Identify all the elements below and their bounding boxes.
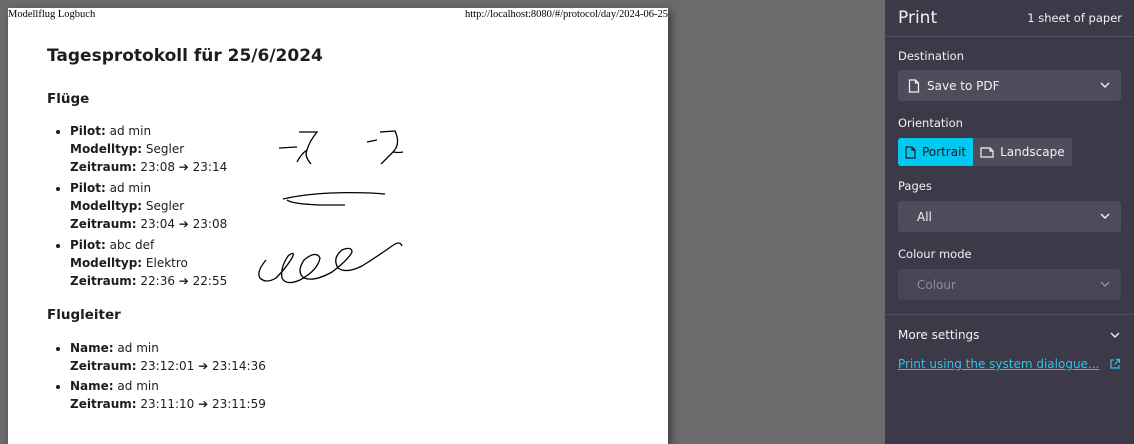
pages-value: All bbox=[917, 209, 932, 224]
destination-select[interactable]: Save to PDF bbox=[898, 70, 1121, 101]
time-range-label: Zeitraum: bbox=[70, 160, 137, 174]
landscape-button[interactable]: Landscape bbox=[973, 138, 1072, 166]
destination-value: Save to PDF bbox=[927, 78, 1000, 93]
name-label: Name: bbox=[70, 379, 114, 393]
protocol-document: Tagesprotokoll für 25/6/2024 Flüge Pilot… bbox=[47, 46, 647, 411]
system-dialog-link[interactable]: Print using the system dialogue... bbox=[898, 357, 1121, 371]
flights-heading: Flüge bbox=[47, 91, 90, 107]
more-settings-label: More settings bbox=[898, 328, 980, 342]
time-range-label: Zeitraum: bbox=[70, 397, 137, 411]
pilot-value: ad min bbox=[109, 181, 152, 195]
divider bbox=[885, 314, 1134, 315]
orientation-label: Orientation bbox=[898, 116, 963, 130]
model-type-label: Modelltyp: bbox=[70, 256, 143, 270]
pilot-value: ad min bbox=[109, 124, 152, 138]
colour-mode-label: Colour mode bbox=[898, 247, 972, 261]
colour-mode-value: Colour bbox=[917, 277, 956, 292]
signature-image bbox=[282, 191, 386, 206]
time-range-label: Zeitraum: bbox=[70, 217, 137, 231]
time-range-value: 22:36 ➔ 22:55 bbox=[140, 274, 228, 288]
portrait-label: Portrait bbox=[922, 145, 967, 159]
name-value: ad min bbox=[117, 379, 159, 393]
pilot-value: abc def bbox=[109, 238, 155, 252]
time-range-value: 23:08 ➔ 23:14 bbox=[140, 160, 228, 174]
more-settings-toggle[interactable]: More settings bbox=[898, 328, 1121, 342]
pilot-label: Pilot: bbox=[70, 124, 106, 138]
page-title: Tagesprotokoll für 25/6/2024 bbox=[47, 46, 323, 66]
name-value: ad min bbox=[117, 341, 159, 355]
destination-label: Destination bbox=[898, 49, 964, 63]
page-header-title: Modellflug Logbuch bbox=[8, 9, 96, 20]
flight-directors-heading: Flugleiter bbox=[47, 307, 121, 323]
system-dialog-label: Print using the system dialogue... bbox=[898, 357, 1100, 371]
divider bbox=[885, 36, 1134, 37]
flight-director-item: Name: ad min Zeitraum: 23:11:10 ➔ 23:11:… bbox=[70, 377, 370, 415]
sheet-count: 1 sheet of paper bbox=[1027, 11, 1122, 25]
print-settings-panel: Print 1 sheet of paper Destination Save … bbox=[885, 0, 1134, 444]
model-type-label: Modelltyp: bbox=[70, 199, 143, 213]
signature-image bbox=[278, 130, 404, 165]
print-title: Print bbox=[898, 8, 938, 28]
portrait-button[interactable]: Portrait bbox=[898, 138, 974, 166]
landscape-label: Landscape bbox=[1000, 145, 1065, 159]
time-range-label: Zeitraum: bbox=[70, 274, 137, 288]
external-link-icon bbox=[1110, 358, 1121, 369]
colour-mode-select[interactable]: Colour bbox=[898, 269, 1121, 300]
pages-label: Pages bbox=[898, 179, 932, 193]
time-range-value: 23:04 ➔ 23:08 bbox=[140, 217, 228, 231]
chevron-down-icon bbox=[1100, 213, 1110, 219]
model-type-value: Segler bbox=[145, 142, 185, 156]
page-header-url: http://localhost:8080/#/protocol/day/202… bbox=[465, 9, 668, 20]
chevron-down-icon bbox=[1110, 332, 1120, 338]
model-type-value: Elektro bbox=[145, 256, 188, 270]
chevron-down-icon bbox=[1100, 281, 1110, 287]
document-icon bbox=[908, 78, 920, 93]
pilot-label: Pilot: bbox=[70, 181, 106, 195]
pages-select[interactable]: All bbox=[898, 201, 1121, 232]
time-range-value: 23:11:10 ➔ 23:11:59 bbox=[140, 397, 266, 411]
name-label: Name: bbox=[70, 341, 114, 355]
landscape-icon bbox=[980, 147, 994, 158]
flight-directors-list: Name: ad min Zeitraum: 23:12:01 ➔ 23:14:… bbox=[47, 339, 370, 415]
model-type-label: Modelltyp: bbox=[70, 142, 143, 156]
model-type-value: Segler bbox=[145, 199, 185, 213]
pilot-label: Pilot: bbox=[70, 238, 106, 252]
signature-image bbox=[258, 242, 403, 284]
time-range-value: 23:12:01 ➔ 23:14:36 bbox=[140, 359, 266, 373]
print-preview-area: Modellflug Logbuch http://localhost:8080… bbox=[0, 0, 885, 444]
flight-director-item: Name: ad min Zeitraum: 23:12:01 ➔ 23:14:… bbox=[70, 339, 370, 377]
preview-page: Modellflug Logbuch http://localhost:8080… bbox=[8, 8, 668, 444]
time-range-label: Zeitraum: bbox=[70, 359, 137, 373]
chevron-down-icon bbox=[1100, 82, 1110, 88]
orientation-toggle: Portrait Landscape bbox=[898, 138, 1072, 166]
portrait-icon bbox=[905, 145, 916, 159]
